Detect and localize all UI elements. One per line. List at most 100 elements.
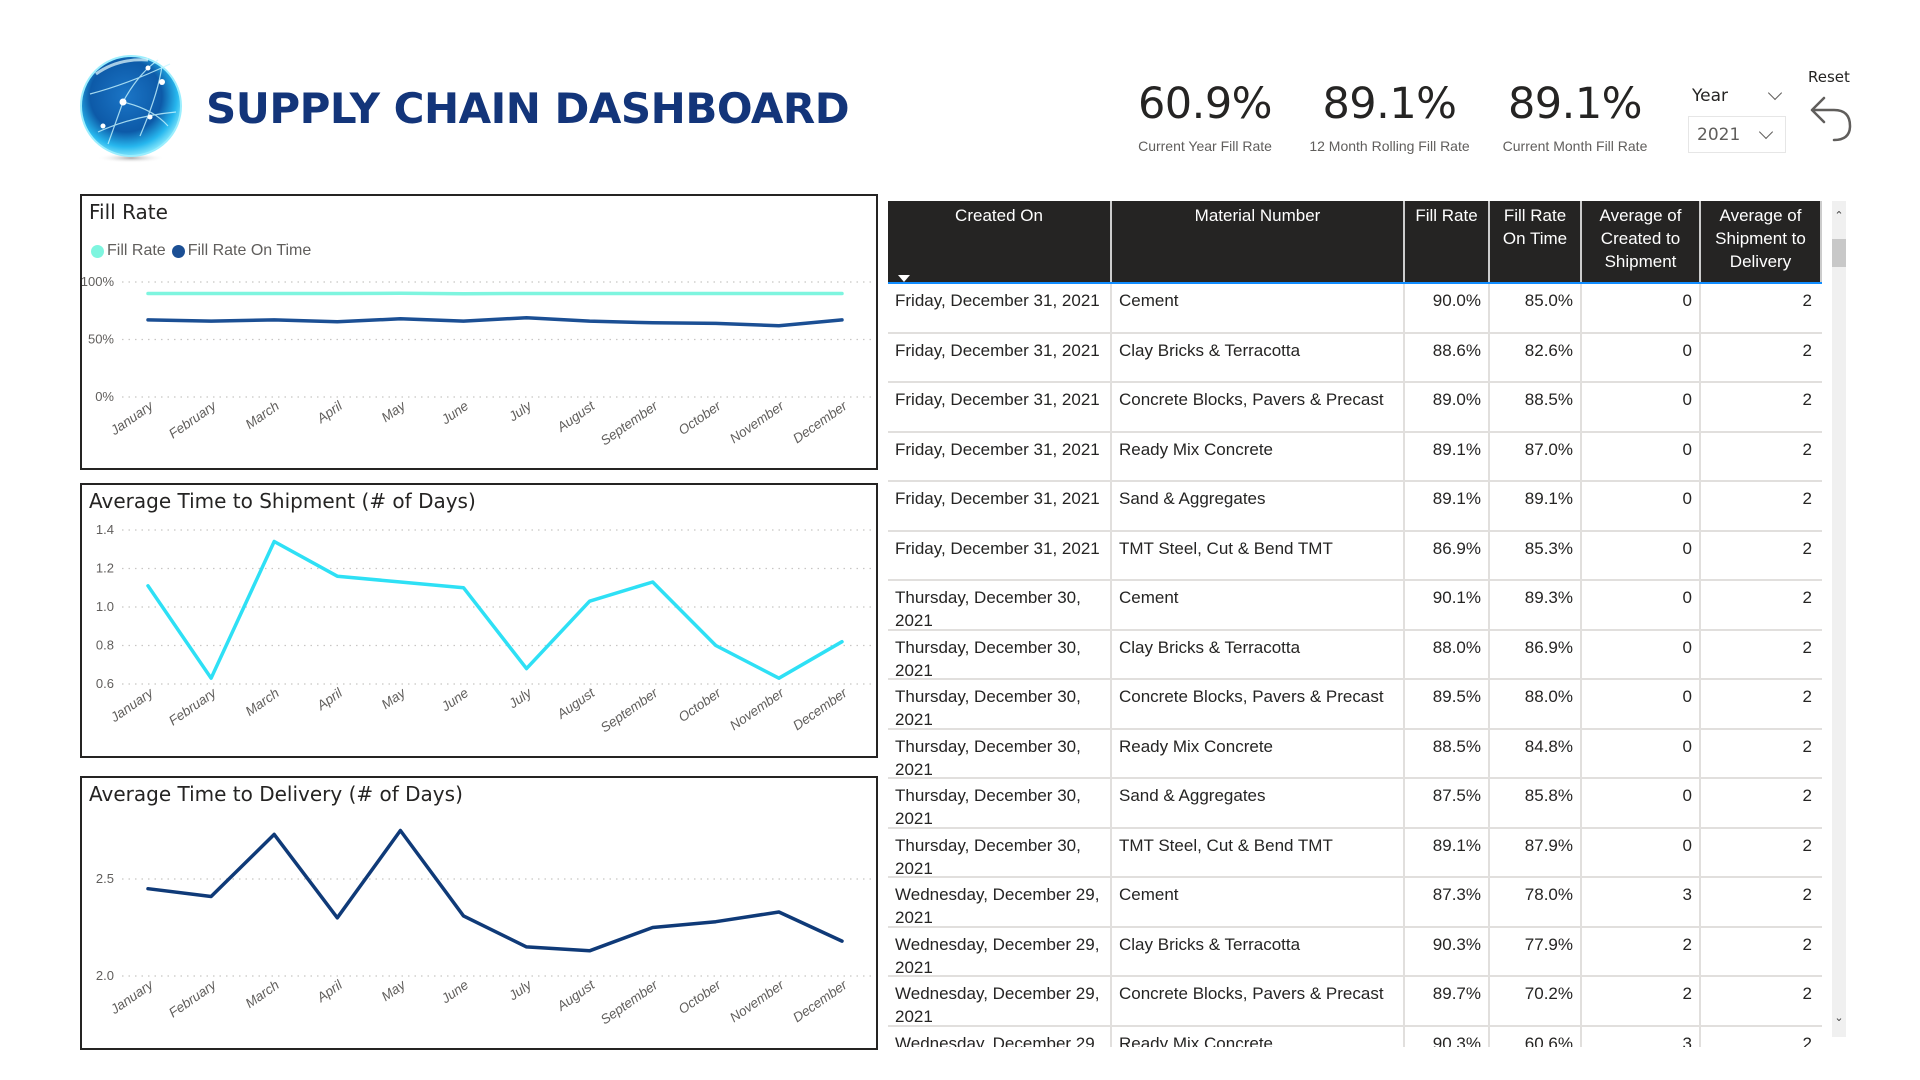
cell-material-number: Ready Mix Concrete — [1112, 1026, 1405, 1047]
dashboard-title: SUPPLY CHAIN DASHBOARD — [206, 84, 850, 133]
cell-fill-rate-on-time: 78.0% — [1490, 878, 1582, 926]
column-header-avg-shipment-to-delivery[interactable]: Average of Shipment to Delivery — [1701, 201, 1822, 282]
cell-avg-shipment-to-delivery: 2 — [1802, 538, 1812, 558]
cell-material-number: Cement — [1112, 581, 1405, 629]
y-tick-label: 2.5 — [96, 871, 114, 886]
table-row[interactable]: Wednesday, December 29, 2021 Concrete Blo… — [888, 977, 1822, 1027]
table-row[interactable]: Thursday, December 30, 2021 Concrete Bloc… — [888, 680, 1822, 730]
table-row[interactable]: Friday, December 31, 2021 Sand & Aggregat… — [888, 482, 1822, 532]
table-header: Created On Material Number Fill Rate Fil… — [888, 201, 1822, 284]
kpi-label: Current Year Fill Rate — [1138, 138, 1272, 154]
year-dropdown[interactable]: 2021 — [1688, 116, 1786, 153]
scrollbar-thumb[interactable] — [1832, 239, 1846, 267]
y-tick-label: 1.2 — [96, 561, 114, 576]
chevron-down-icon[interactable] — [1767, 85, 1783, 101]
sort-descending-icon[interactable] — [898, 275, 910, 282]
cell-created-on: Thursday, December 30, 2021 — [888, 680, 1112, 728]
cell-created-on: Friday, December 31, 2021 — [888, 482, 1112, 530]
table-row[interactable]: Wednesday, December 29, 2021Ready Mix Co… — [888, 1026, 1822, 1048]
column-header-fill-rate-on-time[interactable]: Fill Rate On Time — [1490, 201, 1582, 282]
cell-avg-shipment-to-delivery: 2 — [1802, 885, 1812, 904]
column-header-fill-rate[interactable]: Fill Rate — [1405, 201, 1490, 282]
table-scrollbar[interactable]: ⌃ ⌄ — [1832, 201, 1846, 1037]
table-row[interactable]: Friday, December 31, 2021 Cement 90.0% 85.0… — [888, 284, 1822, 334]
cell-material-number: Sand & Aggregates — [1112, 779, 1405, 827]
table-row[interactable]: Wednesday, December 29, 2021 Clay Bricks … — [888, 927, 1822, 977]
cell-created-on: Friday, December 31, 2021 — [888, 333, 1112, 381]
scroll-down-icon[interactable]: ⌄ — [1832, 1011, 1846, 1025]
cell-fill-rate: 89.1% — [1405, 828, 1490, 876]
x-tick-label: December — [790, 977, 850, 1025]
column-header-created-on[interactable]: Created On — [888, 201, 1112, 282]
column-header-avg-created-to-shipment[interactable]: Average of Created to Shipment — [1582, 201, 1701, 282]
cell-avg-shipment-to-delivery: 2 — [1802, 340, 1812, 360]
table-row[interactable]: Friday, December 31, 2021 TMT Steel, Cut … — [888, 531, 1822, 581]
cell-material-number: Ready Mix Concrete — [1112, 729, 1405, 777]
x-tick-label: November — [727, 398, 787, 446]
x-tick-label: April — [313, 398, 345, 427]
cell-fill-rate: 90.1% — [1405, 581, 1490, 629]
avg-time-to-shipment-chart: Average Time to Shipment (# of Days) 0.6… — [80, 483, 878, 758]
table-row[interactable]: Friday, December 31, 2021 Clay Bricks & T… — [888, 333, 1822, 383]
cell-fill-rate-on-time: 60.6% — [1490, 1026, 1582, 1047]
series-line-fill-rate-on-time[interactable] — [146, 315, 844, 328]
y-tick-label: 1.0 — [96, 599, 114, 614]
cell-created-on: Friday, December 31, 2021 — [888, 432, 1112, 480]
cell-avg-shipment-to-delivery: 2 — [1802, 1033, 1812, 1048]
y-tick-label: 1.4 — [96, 522, 114, 537]
cell-avg-shipment-to-delivery: 2 — [1802, 835, 1812, 855]
x-tick-label: November — [727, 685, 787, 733]
table-row[interactable]: Friday, December 31, 2021 Concrete Blocks… — [888, 383, 1822, 433]
x-tick-label: October — [676, 685, 724, 725]
chevron-down-icon — [1758, 124, 1774, 139]
cell-fill-rate: 88.6% — [1405, 333, 1490, 381]
cell-created-on: Thursday, December 30, 2021 — [888, 630, 1112, 678]
undo-arrow-icon[interactable] — [1808, 94, 1854, 144]
scroll-up-icon[interactable]: ⌃ — [1832, 209, 1846, 223]
cell-avg-shipment-to-delivery: 2 — [1802, 687, 1812, 706]
x-tick-label: April — [313, 685, 345, 714]
x-tick-label: February — [166, 976, 220, 1020]
table-row[interactable]: Thursday, December 30, 2021 Ready Mix Con… — [888, 729, 1822, 779]
x-tick-label: March — [243, 398, 282, 432]
cell-avg-created-to-shipment: 0 — [1582, 581, 1701, 629]
cell-created-on: Friday, December 31, 2021 — [888, 531, 1112, 579]
cell-avg-shipment-to-delivery: 2 — [1802, 934, 1812, 954]
table-row[interactable]: Thursday, December 30, 2021 TMT Steel, Cu… — [888, 828, 1822, 878]
cell-material-number: Clay Bricks & Terracotta — [1112, 333, 1405, 381]
cell-material-number: Concrete Blocks, Pavers & Precast — [1112, 383, 1405, 431]
cell-fill-rate: 89.0% — [1405, 383, 1490, 431]
series-line-average-time-to-shipment[interactable] — [146, 539, 844, 680]
table-row[interactable]: Wednesday, December 29, 2021 Cement 87.3% 7… — [888, 878, 1822, 928]
table-row[interactable]: Thursday, December 30, 2021 Clay Bricks &… — [888, 630, 1822, 680]
column-header-material-number[interactable]: Material Number — [1112, 201, 1405, 282]
cell-fill-rate-on-time: 77.9% — [1490, 927, 1582, 975]
x-tick-label: June — [438, 398, 471, 428]
x-tick-label: March — [243, 685, 282, 719]
cell-fill-rate-on-time: 87.0% — [1490, 432, 1582, 480]
cell-avg-created-to-shipment: 0 — [1582, 284, 1701, 332]
table-row[interactable]: Thursday, December 30, 2021 Cement 90.1% 89… — [888, 581, 1822, 631]
cell-fill-rate-on-time: 85.3% — [1490, 531, 1582, 579]
cell-fill-rate-on-time: 82.6% — [1490, 333, 1582, 381]
x-tick-label: January — [107, 397, 157, 438]
cell-fill-rate: 87.3% — [1405, 878, 1490, 926]
table-row[interactable]: Thursday, December 30, 2021 Sand & Aggreg… — [888, 779, 1822, 829]
orders-table: Created On Material Number Fill Rate Fil… — [888, 201, 1822, 1047]
kpi-current-year-fill-rate: 60.9% Current Year Fill Rate — [1130, 78, 1280, 154]
cell-material-number: Cement — [1112, 284, 1405, 332]
cell-avg-created-to-shipment: 0 — [1582, 729, 1701, 777]
year-slicer-header[interactable]: Year — [1692, 84, 1784, 108]
fill-rate-chart: Fill Rate Fill Rate Fill Rate On Time 0%… — [80, 194, 878, 470]
cell-fill-rate-on-time: 88.0% — [1490, 680, 1582, 728]
cell-fill-rate-on-time: 85.8% — [1490, 779, 1582, 827]
series-line-average-time-to-delivery[interactable] — [146, 828, 844, 953]
cell-avg-created-to-shipment: 0 — [1582, 383, 1701, 431]
x-tick-label: May — [379, 397, 410, 425]
cell-fill-rate: 88.5% — [1405, 729, 1490, 777]
cell-avg-created-to-shipment: 0 — [1582, 680, 1701, 728]
y-tick-label: 0.8 — [96, 638, 114, 653]
cell-avg-created-to-shipment: 0 — [1582, 630, 1701, 678]
cell-fill-rate-on-time: 87.9% — [1490, 828, 1582, 876]
table-row[interactable]: Friday, December 31, 2021 Ready Mix Concr… — [888, 432, 1822, 482]
